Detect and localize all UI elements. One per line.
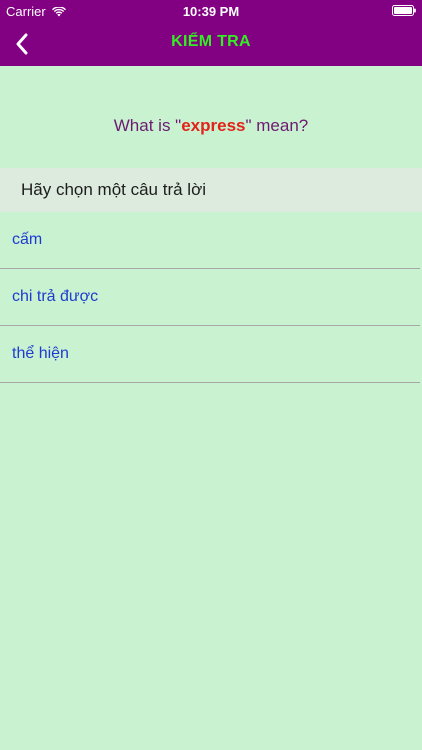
question-word: express (181, 116, 246, 135)
question-text: What is "express" mean? (0, 116, 422, 136)
page-title: KIỂM TRA (171, 33, 251, 50)
status-bar: Carrier 10:39 PM (0, 0, 422, 22)
answer-option[interactable]: cấm (0, 212, 420, 269)
answer-option[interactable]: chi trả được (0, 269, 420, 326)
question-prefix: What is " (113, 116, 182, 135)
answer-list: cấm chi trả được thể hiện (0, 212, 422, 383)
question-suffix: " mean? (245, 116, 309, 135)
app-header: Carrier 10:39 PM KIỂM TRA (0, 0, 422, 66)
answer-option[interactable]: thể hiện (0, 326, 420, 383)
navigation-bar: KIỂM TRA (0, 22, 422, 66)
battery-full-icon (392, 5, 416, 16)
status-time: 10:39 PM (182, 4, 240, 19)
answer-section-header: Hãy chọn một câu trả lời (0, 168, 422, 212)
